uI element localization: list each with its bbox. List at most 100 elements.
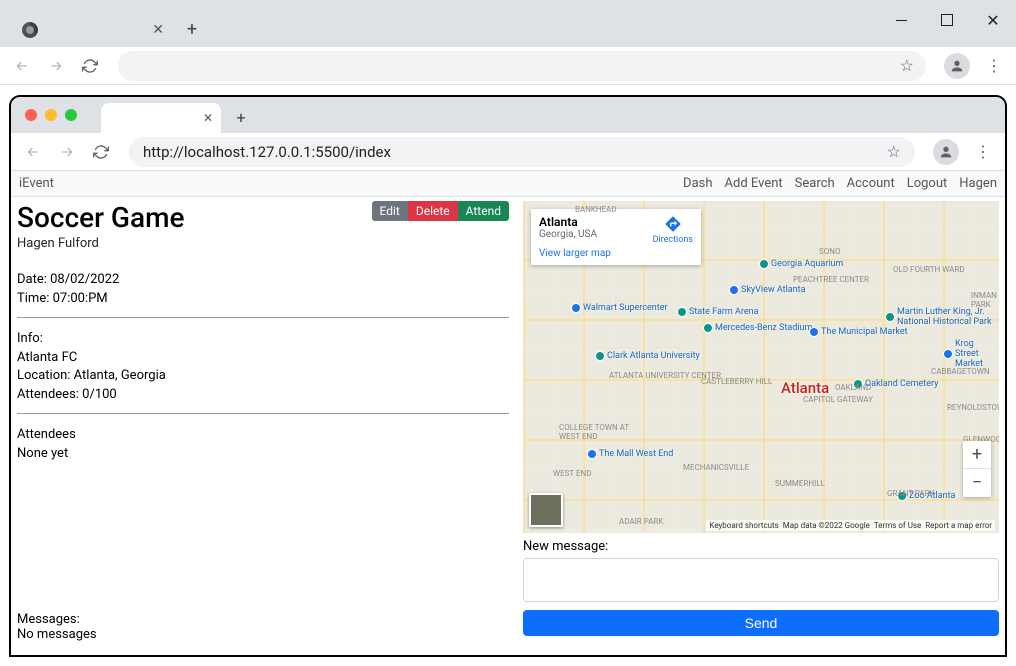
nav-logout[interactable]: Logout — [907, 176, 948, 191]
tab-close-icon[interactable]: ✕ — [203, 111, 213, 125]
map-poi[interactable]: Georgia Aquarium — [759, 259, 843, 269]
map-column: Atlanta Georgia, USA View larger map Dir… — [523, 201, 999, 651]
new-tab-button[interactable]: + — [178, 15, 206, 43]
map-poi[interactable]: Martin Luther King, Jr. National Histori… — [885, 307, 995, 327]
minimize-button[interactable] — [878, 0, 924, 40]
directions-link[interactable]: Directions — [653, 215, 693, 245]
messages-section: Messages: No messages — [17, 612, 509, 642]
event-title: Soccer Game — [17, 201, 184, 234]
map-poi[interactable]: SkyView Atlanta — [729, 285, 806, 295]
event-host: Hagen Fulford — [17, 236, 184, 251]
inner-address-bar[interactable]: http://localhost.127.0.0.1:5500/index ☆ — [129, 137, 915, 167]
chrome-icon — [22, 22, 38, 38]
event-date: Date: 08/02/2022 — [17, 271, 509, 290]
attrib-shortcuts[interactable]: Keyboard shortcuts — [709, 521, 778, 530]
nav-username[interactable]: Hagen — [959, 176, 997, 191]
attendees-none: None yet — [17, 445, 509, 464]
map-embed[interactable]: Atlanta Georgia, USA View larger map Dir… — [523, 201, 999, 533]
forward-button[interactable] — [42, 52, 70, 80]
inner-browser-tab[interactable]: ✕ — [101, 103, 221, 133]
attrib-data: Map data ©2022 Google — [783, 521, 870, 530]
map-attribution: Keyboard shortcuts Map data ©2022 Google… — [706, 520, 995, 531]
inner-tab-strip: ✕ + — [11, 97, 1005, 133]
nav-account[interactable]: Account — [847, 176, 895, 191]
nav-links: Dash Add Event Search Account Logout Hag… — [683, 176, 997, 191]
outer-tab-strip: ✕ + ✕ — [0, 0, 1016, 47]
map-poi[interactable]: Clark Atlanta University — [595, 351, 700, 361]
attend-button[interactable]: Attend — [458, 201, 509, 221]
zoom-out-button[interactable]: − — [963, 469, 991, 497]
map-area-label: BANKHEAD — [575, 205, 617, 214]
nav-search[interactable]: Search — [795, 176, 835, 191]
send-button[interactable]: Send — [523, 610, 999, 636]
reload-button[interactable] — [87, 138, 115, 166]
maximize-button[interactable] — [924, 0, 970, 40]
location-text: Location: Atlanta, Georgia — [17, 367, 509, 386]
new-message-label: New message: — [523, 539, 999, 554]
url-text: http://localhost.127.0.0.1:5500/index — [143, 143, 391, 161]
nav-dash[interactable]: Dash — [683, 176, 712, 191]
inner-toolbar: http://localhost.127.0.0.1:5500/index ☆ … — [11, 133, 1005, 171]
map-poi[interactable]: State Farm Arena — [677, 307, 759, 317]
map-area-label: CABBAGETOWN — [931, 367, 990, 376]
map-zoom-controls: + − — [963, 441, 991, 497]
mac-minimize-button[interactable] — [45, 109, 57, 121]
directions-icon — [664, 215, 682, 233]
app-navbar: iEvent Dash Add Event Search Account Log… — [11, 171, 1005, 197]
profile-avatar-icon[interactable] — [933, 139, 959, 165]
map-area-label: GRANT PARK — [887, 489, 934, 498]
map-poi[interactable]: Walmart Supercenter — [571, 303, 667, 313]
inner-chrome-window: ✕ + http://localhost.127.0.0.1:5500/inde… — [10, 96, 1006, 656]
edit-button[interactable]: Edit — [372, 201, 408, 221]
mac-window-controls — [11, 109, 91, 121]
map-poi[interactable]: Mercedes-Benz Stadium — [703, 323, 812, 333]
map-area-label: COLLEGE TOWN AT WEST END — [559, 423, 629, 441]
new-tab-button[interactable]: + — [227, 103, 255, 131]
map-satellite-toggle[interactable] — [529, 493, 563, 527]
profile-avatar-icon[interactable] — [944, 53, 970, 79]
back-button[interactable] — [19, 138, 47, 166]
outer-address-bar[interactable]: ☆ — [118, 51, 926, 81]
brand-label[interactable]: iEvent — [19, 176, 54, 191]
delete-button[interactable]: Delete — [408, 201, 458, 221]
view-larger-map-link[interactable]: View larger map — [539, 248, 693, 259]
browser-menu-icon[interactable]: ⋮ — [986, 56, 1002, 75]
back-button[interactable] — [8, 52, 36, 80]
chrome-icon — [111, 111, 125, 125]
zoom-in-button[interactable]: + — [963, 441, 991, 469]
attendees-header: Attendees — [17, 426, 509, 445]
map-area-label: MECHANICSVILLE — [683, 463, 749, 472]
map-poi[interactable]: The Mall West End — [587, 449, 673, 459]
outer-browser-tab[interactable]: ✕ — [12, 13, 172, 47]
map-poi[interactable]: The Municipal Market — [809, 327, 908, 337]
forward-button[interactable] — [53, 138, 81, 166]
attrib-terms[interactable]: Terms of Use — [874, 521, 921, 530]
nav-add-event[interactable]: Add Event — [725, 176, 783, 191]
browser-menu-icon[interactable]: ⋮ — [975, 142, 991, 161]
close-window-button[interactable]: ✕ — [970, 0, 1016, 40]
bookmark-star-icon[interactable]: ☆ — [887, 142, 901, 161]
attendees-section: Attendees None yet — [17, 426, 509, 472]
info-label: Info: — [17, 330, 509, 349]
event-details-column: Soccer Game Hagen Fulford Edit Delete At… — [17, 201, 509, 651]
bookmark-star-icon[interactable]: ☆ — [900, 56, 914, 75]
mac-zoom-button[interactable] — [65, 109, 77, 121]
outer-chrome-window: ✕ + ✕ ☆ ⋮ — [0, 0, 1016, 666]
map-area-label: PEACHTREE CENTER — [793, 275, 869, 284]
info-text: Atlanta FC — [17, 349, 509, 368]
mac-close-button[interactable] — [25, 109, 37, 121]
window-controls: ✕ — [878, 0, 1016, 40]
new-message-input[interactable] — [523, 558, 999, 602]
tab-close-icon[interactable]: ✕ — [152, 22, 164, 38]
reload-button[interactable] — [76, 52, 104, 80]
attendees-count: Attendees: 0/100 — [17, 386, 509, 405]
outer-toolbar: ☆ ⋮ — [0, 47, 1016, 85]
attrib-report[interactable]: Report a map error — [925, 521, 992, 530]
content-area: Soccer Game Hagen Fulford Edit Delete At… — [11, 197, 1005, 655]
map-area-label: ADAIR PARK — [619, 517, 663, 526]
map-area-label: OLD FOURTH WARD — [893, 265, 965, 274]
map-area-label: INMAN PARK — [971, 291, 999, 309]
map-poi[interactable]: Krog Street Market — [943, 339, 999, 369]
map-area-label: OAKLAND — [835, 383, 871, 392]
datetime-section: Date: 08/02/2022 Time: 07:00:PM — [17, 271, 509, 318]
